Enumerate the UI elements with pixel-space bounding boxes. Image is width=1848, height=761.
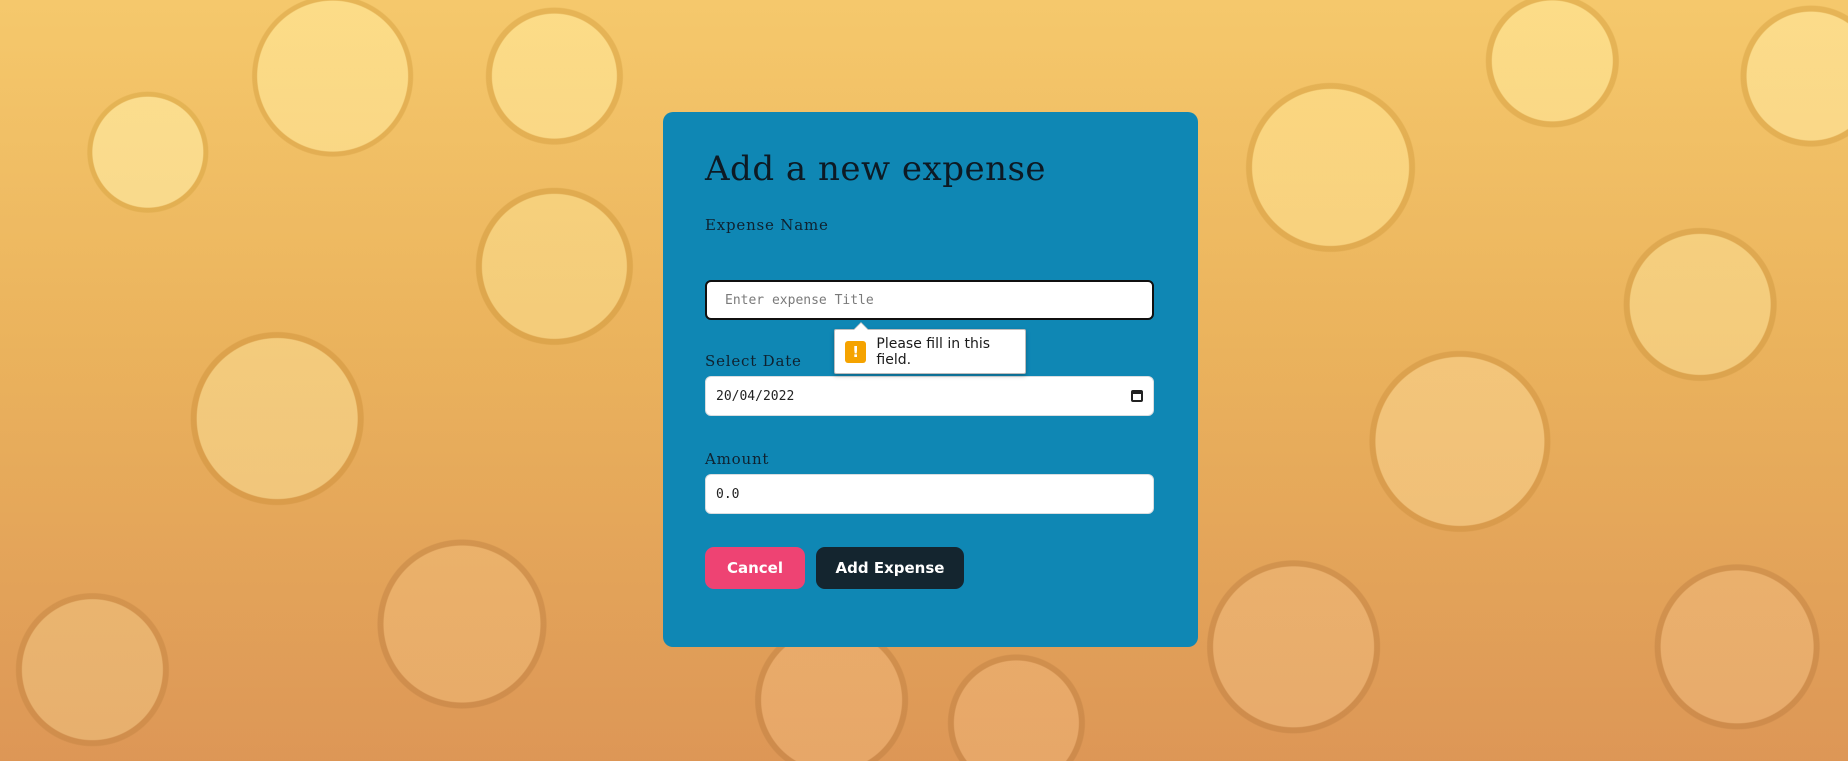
validation-message: Please fill in this field. [876, 335, 991, 368]
date-field[interactable]: 20/04/2022 [705, 376, 1154, 416]
cancel-button[interactable]: Cancel [705, 547, 805, 589]
form-title: Add a new expense [705, 149, 1047, 189]
expense-name-label: Expense Name [705, 216, 829, 234]
calendar-icon[interactable] [1131, 390, 1143, 402]
amount-field[interactable]: 0.0 [705, 474, 1154, 514]
expense-name-input[interactable] [723, 291, 1136, 309]
amount-value: 0.0 [716, 486, 740, 502]
warning-icon: ! [845, 340, 867, 363]
expense-form-card: Add a new expense Expense Name Select Da… [663, 112, 1198, 647]
validation-tooltip: ! Please fill in this field. [834, 322, 1026, 374]
select-date-label: Select Date [705, 352, 802, 370]
date-value: 20/04/2022 [716, 388, 795, 404]
add-expense-button[interactable]: Add Expense [816, 547, 964, 589]
expense-name-field[interactable] [705, 280, 1154, 320]
amount-label: Amount [705, 450, 770, 468]
